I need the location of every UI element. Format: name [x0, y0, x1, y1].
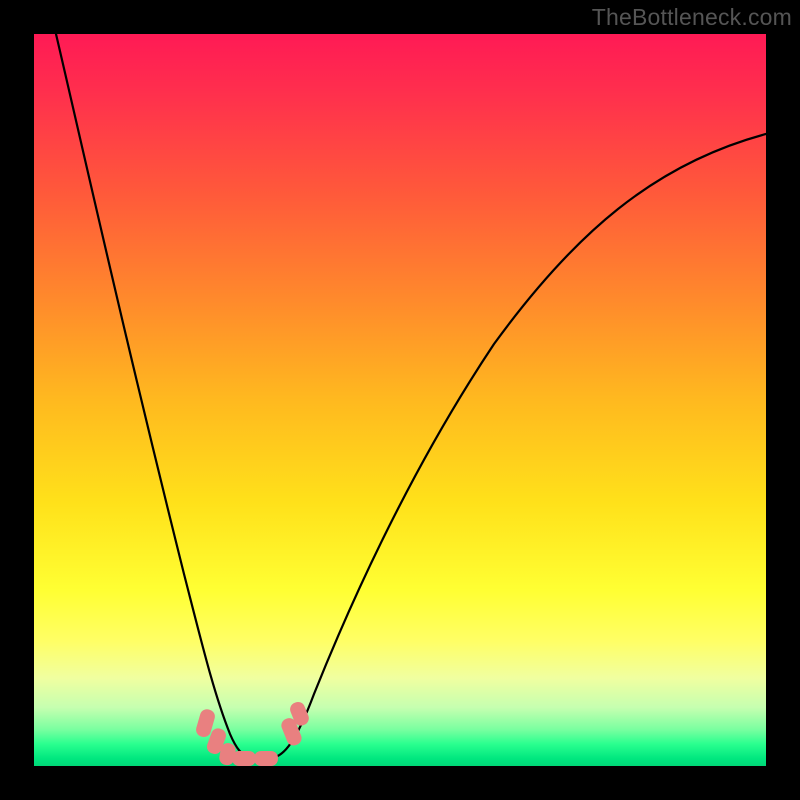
valley-markers — [194, 700, 311, 766]
chart-frame: TheBottleneck.com — [0, 0, 800, 800]
watermark-text: TheBottleneck.com — [592, 4, 792, 31]
plot-area — [34, 34, 766, 766]
curve-layer — [34, 34, 766, 766]
bottleneck-curve — [56, 34, 766, 758]
